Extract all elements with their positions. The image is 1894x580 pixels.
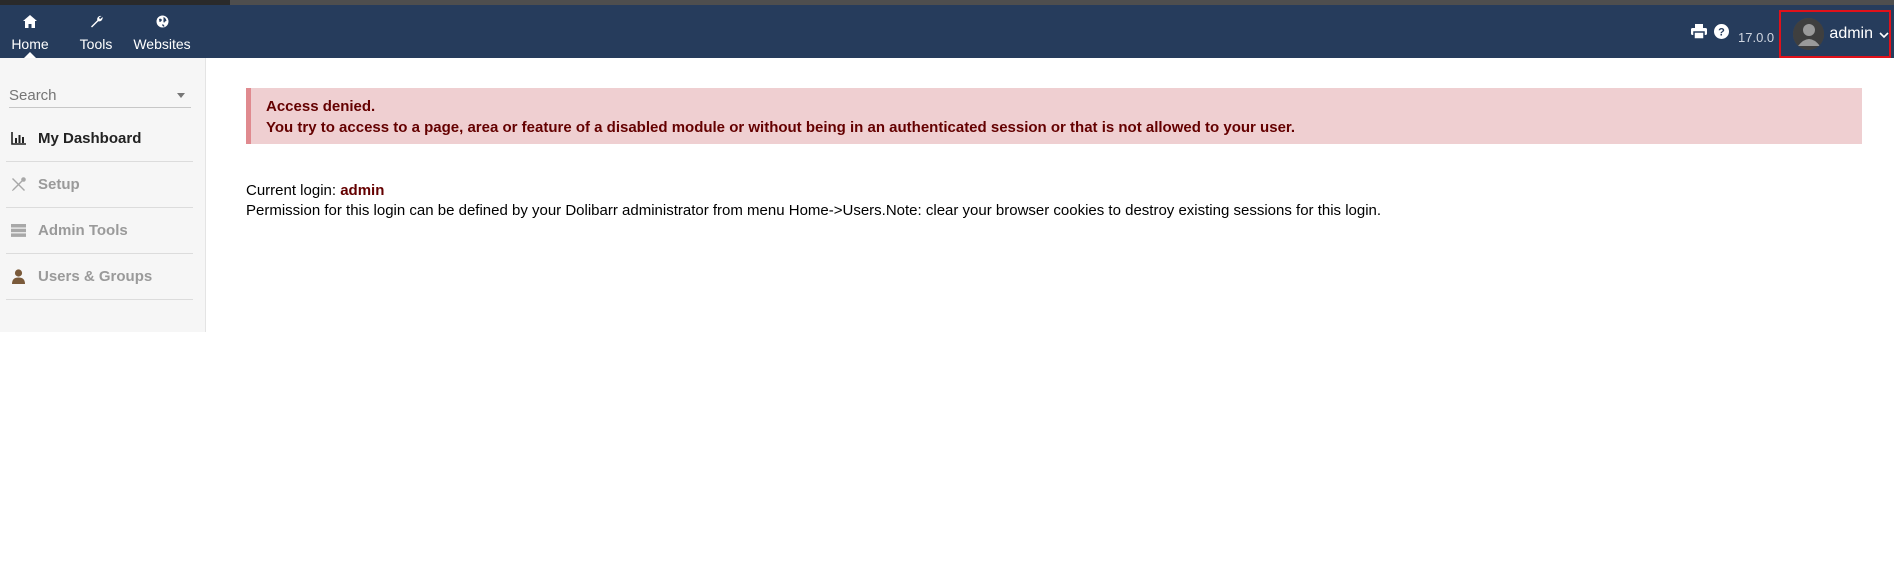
- sidebar-item-setup[interactable]: Setup: [6, 162, 193, 208]
- sidebar-item-label: Admin Tools: [38, 222, 128, 239]
- current-login-value: admin: [340, 182, 385, 199]
- search-input[interactable]: [9, 84, 169, 106]
- wrench-icon: [90, 12, 103, 32]
- nav-tools[interactable]: Tools: [77, 5, 115, 58]
- current-login-line: Current login: admin: [246, 181, 1381, 201]
- current-login-label: Current login:: [246, 182, 341, 199]
- sidebar-item-admin-tools[interactable]: Admin Tools: [6, 208, 193, 254]
- version-label: 17.0.0: [1738, 30, 1775, 45]
- sidebar-item-label: My Dashboard: [38, 130, 142, 147]
- alert-title: Access denied.: [266, 98, 376, 115]
- left-sidebar: My Dashboard Setup Admin Tools Users & G…: [0, 58, 206, 332]
- help-icon[interactable]: ?: [1714, 24, 1729, 43]
- access-denied-alert: Access denied. You try to access to a pa…: [246, 88, 1862, 144]
- user-icon: [10, 269, 26, 285]
- top-navbar: Home Tools Websites ? 17.0.0 admin: [0, 5, 1894, 58]
- sidebar-item-users-groups[interactable]: Users & Groups: [6, 254, 193, 300]
- username-label: admin: [1829, 25, 1873, 42]
- nav-home[interactable]: Home: [10, 5, 50, 58]
- search-box[interactable]: [9, 84, 191, 108]
- server-icon: [10, 223, 26, 239]
- home-icon: [23, 12, 37, 32]
- nav-tools-label: Tools: [79, 35, 113, 52]
- sidebar-item-label: Setup: [38, 176, 80, 193]
- nav-home-label: Home: [11, 35, 49, 52]
- chart-icon: [10, 131, 26, 147]
- login-info: Current login: admin Permission for this…: [246, 181, 1381, 221]
- print-icon[interactable]: [1691, 24, 1707, 43]
- tools-icon: [10, 177, 26, 193]
- alert-message: You try to access to a page, area or fea…: [266, 119, 1296, 136]
- nav-websites[interactable]: Websites: [133, 5, 191, 58]
- permission-text: Permission for this login can be defined…: [246, 202, 1382, 219]
- nav-websites-label: Websites: [133, 35, 191, 52]
- dropdown-caret-icon[interactable]: [177, 93, 185, 98]
- chevron-down-icon: [1879, 26, 1889, 43]
- sidebar-item-label: Users & Groups: [38, 268, 153, 285]
- svg-text:?: ?: [1718, 27, 1725, 39]
- globe-icon: [156, 12, 169, 32]
- user-menu-button[interactable]: admin: [1779, 10, 1891, 58]
- avatar: [1793, 18, 1825, 50]
- sidebar-item-my-dashboard[interactable]: My Dashboard: [6, 116, 193, 162]
